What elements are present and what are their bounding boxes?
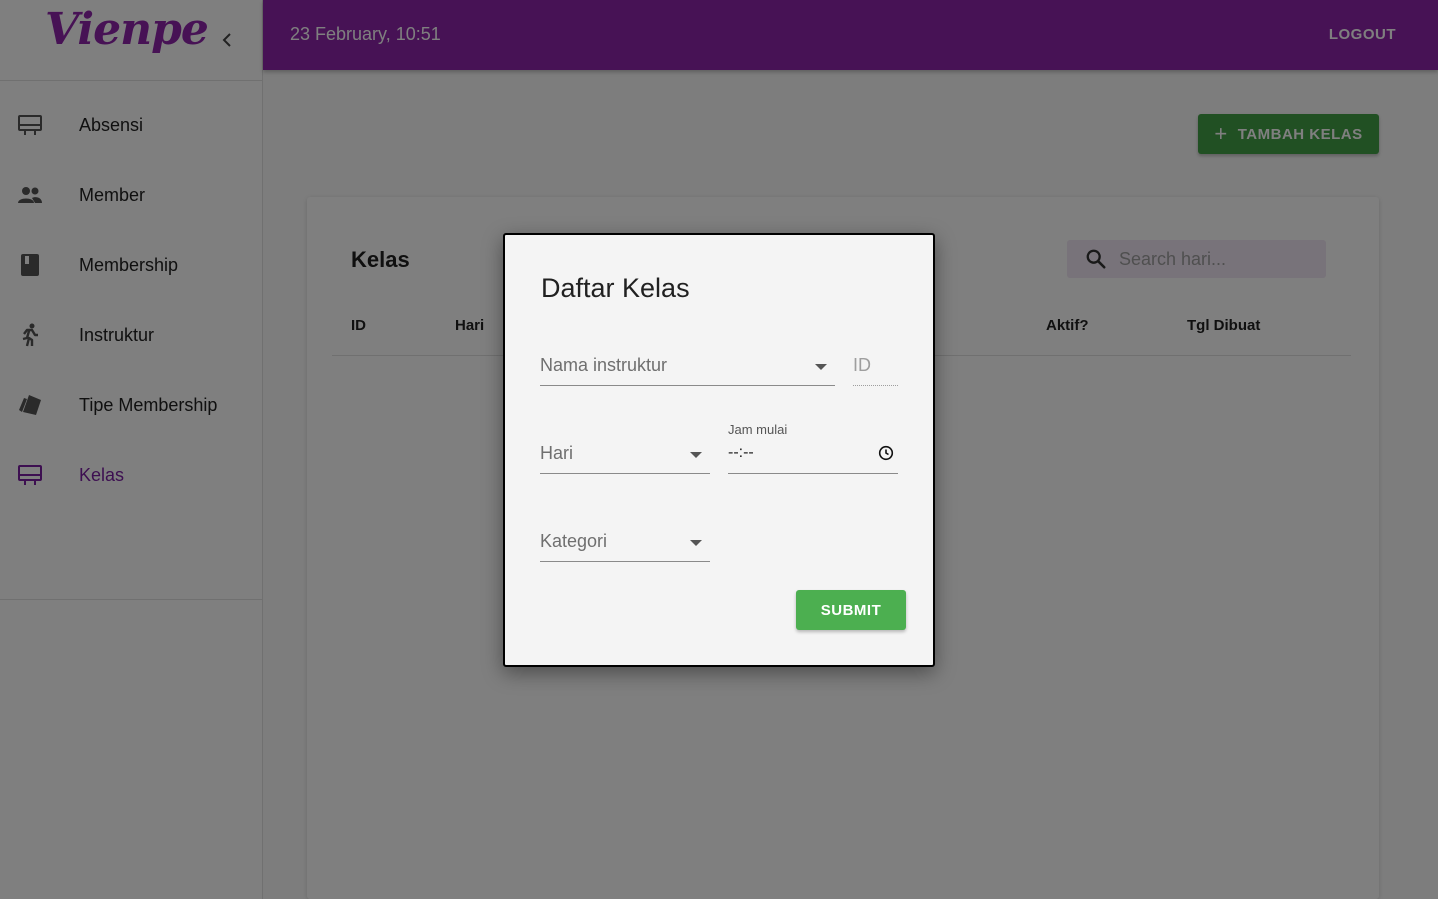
clock-icon[interactable] [878,445,894,461]
id-placeholder: ID [853,355,871,375]
dropdown-arrow-icon [815,364,827,370]
dropdown-arrow-icon [690,452,702,458]
category-placeholder: Kategori [540,531,608,551]
id-field: ID [853,346,898,386]
start-time-input[interactable]: --:-- [728,434,898,474]
category-select[interactable]: Kategori [540,522,710,562]
dialog-title: Daftar Kelas [541,273,690,303]
dropdown-arrow-icon [690,540,702,546]
day-select[interactable]: Hari [540,434,710,474]
instructor-select[interactable]: Nama instruktur [540,346,835,386]
register-class-dialog: Daftar Kelas Nama instruktur ID Hari Jam… [503,233,935,667]
submit-button[interactable]: SUBMIT [796,590,906,630]
start-time-value: --:-- [728,444,754,461]
day-placeholder: Hari [540,443,574,463]
instructor-placeholder: Nama instruktur [540,355,668,375]
